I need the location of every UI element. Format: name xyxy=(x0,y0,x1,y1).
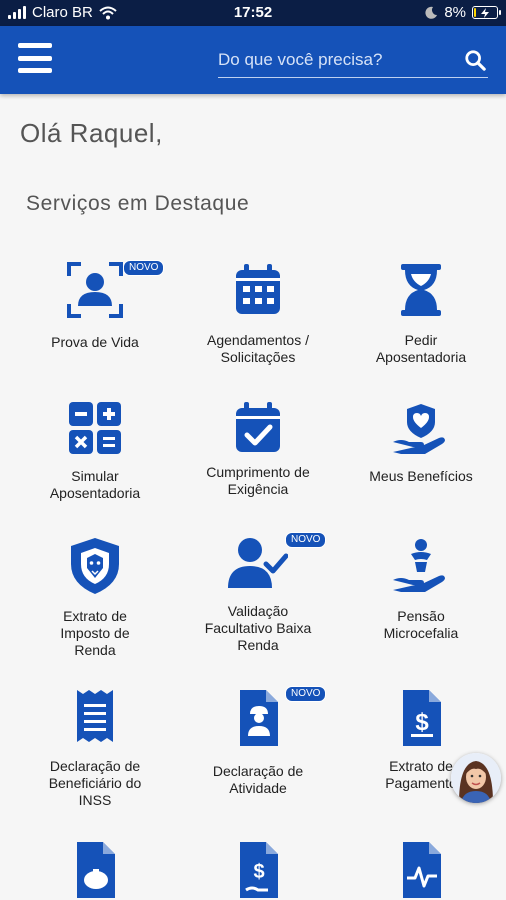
service-label: Pedir Aposentadoria xyxy=(375,332,467,365)
service-prova-de-vida[interactable]: NOVO Prova de Vida xyxy=(10,250,180,375)
service-label: Pensão Microcefalia xyxy=(383,608,459,641)
service-label: Agendamentos / Solicitações xyxy=(207,332,309,365)
user-check-icon xyxy=(228,538,288,588)
svg-text:$: $ xyxy=(253,861,264,883)
service-pulse-document[interactable] xyxy=(336,840,506,900)
service-label: Declaração de Beneficiário do INSS xyxy=(48,758,142,808)
service-agendamentos[interactable]: Agendamentos / Solicitações xyxy=(173,250,343,375)
worker-document-icon xyxy=(240,690,278,746)
calculator-icon xyxy=(69,402,121,454)
battery-percent: 8% xyxy=(444,4,466,21)
new-badge: NOVO xyxy=(123,260,165,276)
menu-button[interactable] xyxy=(18,43,52,73)
service-pedir-aposentadoria[interactable]: Pedir Aposentadoria xyxy=(336,250,506,375)
section-title: Serviços em Destaque xyxy=(26,192,250,215)
service-validacao-baixa-renda[interactable]: NOVO Validação Facultativo Baixa Renda xyxy=(173,530,343,660)
service-label: Extrato de Imposto de Renda xyxy=(60,608,130,658)
new-badge: NOVO xyxy=(285,686,327,702)
service-label: Simular Aposentadoria xyxy=(49,468,141,501)
piggy-document-icon xyxy=(77,842,115,898)
service-meus-beneficios[interactable]: Meus Benefícios xyxy=(336,390,506,515)
status-bar: Claro BR 17:52 8% xyxy=(0,0,506,26)
search-bar xyxy=(218,44,488,78)
assistant-avatar-icon xyxy=(451,753,501,803)
service-cumprimento-exigencia[interactable]: Cumprimento de Exigência xyxy=(173,390,343,515)
pulse-document-icon xyxy=(403,842,441,898)
service-pensao-microcefalia[interactable]: Pensão Microcefalia xyxy=(336,530,506,660)
service-piggy-document[interactable] xyxy=(10,840,180,900)
service-simular-aposentadoria[interactable]: Simular Aposentadoria xyxy=(10,390,180,515)
service-label: Validação Facultativo Baixa Renda xyxy=(204,603,312,653)
greeting: Olá Raquel, xyxy=(20,118,163,148)
hand-heart-icon xyxy=(393,404,445,454)
service-extrato-imposto-renda[interactable]: Extrato de Imposto de Renda xyxy=(10,530,180,660)
lion-shield-icon xyxy=(71,538,119,594)
face-scan-icon xyxy=(67,262,123,318)
money-hand-document-icon: $ xyxy=(240,842,278,898)
calendar-icon xyxy=(236,264,280,314)
service-label: Cumprimento de Exigência xyxy=(206,464,310,497)
assistant-avatar[interactable] xyxy=(451,753,501,803)
app-header xyxy=(0,26,506,94)
service-money-hand-document[interactable]: $ xyxy=(173,840,343,900)
dollar-document-icon: $ xyxy=(403,690,441,746)
service-declaracao-atividade[interactable]: NOVO Declaração de Atividade xyxy=(173,680,343,810)
svg-text:$: $ xyxy=(415,709,429,736)
new-badge: NOVO xyxy=(285,532,327,548)
service-label: Prova de Vida xyxy=(51,334,139,350)
service-label: Declaração de Atividade xyxy=(212,763,304,796)
status-right: 8% xyxy=(425,4,501,21)
hand-baby-icon xyxy=(393,539,445,592)
receipt-icon xyxy=(77,690,113,742)
moon-icon xyxy=(425,6,438,19)
battery-icon xyxy=(472,6,501,19)
calendar-check-icon xyxy=(236,402,280,452)
search-icon[interactable] xyxy=(464,49,486,71)
search-input[interactable] xyxy=(218,44,458,76)
service-declaracao-beneficiario[interactable]: Declaração de Beneficiário do INSS xyxy=(10,680,180,810)
hourglass-icon xyxy=(401,264,441,316)
service-label: Meus Benefícios xyxy=(369,468,473,484)
